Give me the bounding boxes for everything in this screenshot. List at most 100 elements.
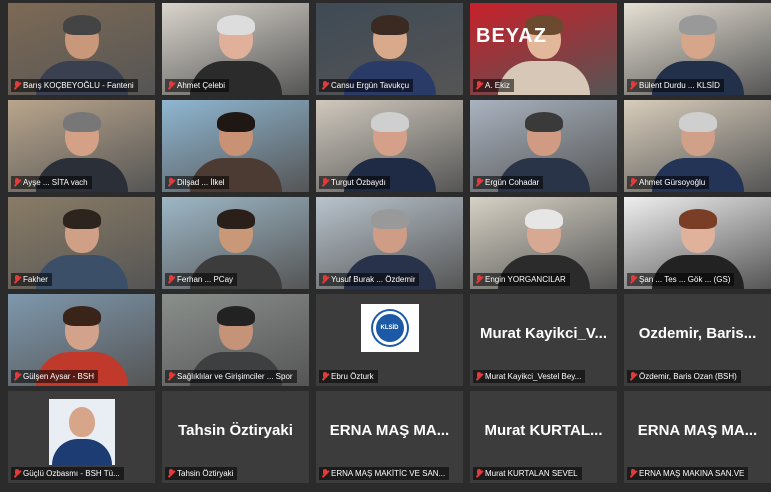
participant-display-name: ERNA MAŞ MA... <box>329 422 450 439</box>
mic-muted-icon <box>475 177 483 188</box>
participant-name: Güçlü Ozbasmı - BSH Tü... <box>23 469 120 478</box>
participant-name-tag: Ayşe ... SİTA vach <box>11 176 92 189</box>
participant-body <box>51 439 112 465</box>
participant-name-tag: Murat Kayikci_Vestel Bey... <box>473 370 586 383</box>
participant-hair <box>678 209 717 229</box>
participant-name-tag: Ahmet Gürsoyoğlu <box>627 176 710 189</box>
participant-name: Ahmet Çelebi <box>177 81 226 90</box>
participant-tile[interactable]: BEYAZ A. Ekiz <box>470 3 617 95</box>
mic-muted-icon <box>167 80 175 91</box>
participant-head <box>68 407 95 437</box>
participant-name-tag: Özdemir, Baris Ozan (BSH) <box>627 370 741 383</box>
participant-name: Cansu Ergün Tavukçu <box>331 81 410 90</box>
participant-name-tag: Cansu Ergün Tavukçu <box>319 79 414 92</box>
participant-tile[interactable]: Ahmet Çelebi <box>162 3 309 95</box>
participant-tile[interactable]: Engin YORGANCILAR <box>470 197 617 289</box>
participant-hair <box>216 112 255 132</box>
participant-name: Fakher <box>23 275 48 284</box>
participant-name: Ebru Özturk <box>331 372 374 381</box>
mic-muted-icon <box>475 371 483 382</box>
participant-name: ERNA MAŞ MAKİTİC VE SAN... <box>331 469 446 478</box>
mic-muted-icon <box>629 177 637 188</box>
participant-tile[interactable]: Dilşad ... İlkel <box>162 100 309 192</box>
participant-tile[interactable]: Yusuf Burak ... Özdemir <box>316 197 463 289</box>
participant-display-name: Ozdemir, Baris... <box>638 325 757 342</box>
participant-name-tag: Ferhan ... PCay <box>165 273 238 286</box>
participant-name: ERNA MAŞ MAKINA SAN.VE <box>639 469 745 478</box>
participant-name-tag: Turgut Özbaydı <box>319 176 390 189</box>
participant-name-tag: Bülent Durdu ... KLSİD <box>627 79 724 92</box>
participant-tile[interactable]: Murat KURTAL... Murat KURTALAN SEVEL <box>470 391 617 483</box>
participant-name: Barış KOÇBEYOĞLU - Fanteni <box>23 81 134 90</box>
participant-hair <box>370 15 409 35</box>
participant-name: A. Ekiz <box>485 81 510 90</box>
participant-hair <box>62 306 101 326</box>
participant-name: Özdemir, Baris Ozan (BSH) <box>639 372 737 381</box>
participant-tile[interactable]: Güçlü Ozbasmı - BSH Tü... <box>8 391 155 483</box>
participant-tile[interactable]: ERNA MAŞ MA... ERNA MAŞ MAKINA SAN.VE <box>624 391 771 483</box>
mic-muted-icon <box>475 274 483 285</box>
mic-muted-icon <box>167 274 175 285</box>
mic-muted-icon <box>629 371 637 382</box>
mic-muted-icon <box>321 371 329 382</box>
participant-name: Murat KURTALAN SEVEL <box>485 469 578 478</box>
participant-tile[interactable]: Tahsin Öztiryaki Tahsin Öztiryaki <box>162 391 309 483</box>
participant-hair <box>62 112 101 132</box>
participant-tile[interactable]: Turgut Özbaydı <box>316 100 463 192</box>
participant-tile[interactable]: Cansu Ergün Tavukçu <box>316 3 463 95</box>
participant-name: Turgut Özbaydı <box>331 178 386 187</box>
participant-tile[interactable]: ERNA MAŞ MA... ERNA MAŞ MAKİTİC VE SAN... <box>316 391 463 483</box>
participant-tile[interactable]: Murat Kayikci_V... Murat Kayikci_Vestel B… <box>470 294 617 386</box>
participant-tile[interactable]: Sağlıklılar ve Girişimciler ... Spor <box>162 294 309 386</box>
mic-muted-icon <box>13 468 21 479</box>
mic-muted-icon <box>629 468 637 479</box>
participant-display-name: Murat KURTAL... <box>484 422 603 439</box>
participant-tile[interactable]: Fakher <box>8 197 155 289</box>
participant-hair <box>678 112 717 132</box>
participant-name-tag: A. Ekiz <box>473 79 514 92</box>
participant-tile[interactable]: KLSİD Ebru Özturk <box>316 294 463 386</box>
participant-tile[interactable]: Ferhan ... PCay <box>162 197 309 289</box>
participant-name: Engin YORGANCILAR <box>485 275 566 284</box>
participant-name-tag: Barış KOÇBEYOĞLU - Fanteni <box>11 79 138 92</box>
participant-name: Tahsin Öztiryaki <box>177 469 234 478</box>
mic-muted-icon <box>321 80 329 91</box>
participant-tile[interactable]: Ozdemir, Baris... Özdemir, Baris Ozan (BS… <box>624 294 771 386</box>
participant-display-name: Murat Kayikci_V... <box>479 325 607 342</box>
participant-tile[interactable]: Bülent Durdu ... KLSİD <box>624 3 771 95</box>
participant-name-tag: Murat KURTALAN SEVEL <box>473 467 582 480</box>
organization-logo: KLSİD <box>360 304 419 352</box>
participant-name: Şan ... Tes ... Gök ... (GS) <box>639 275 731 284</box>
participant-name: Dilşad ... İlkel <box>177 178 225 187</box>
participant-grid: Barış KOÇBEYOĞLU - Fanteni Ahmet Çelebi Ca… <box>8 3 771 483</box>
participant-name-tag: Dilşad ... İlkel <box>165 176 229 189</box>
participant-name: Murat Kayikci_Vestel Bey... <box>485 372 582 381</box>
participant-name-tag: ERNA MAŞ MAKINA SAN.VE <box>627 467 749 480</box>
participant-tile[interactable]: Ayşe ... SİTA vach <box>8 100 155 192</box>
participant-tile[interactable]: Ergün Cohadar <box>470 100 617 192</box>
participant-name-tag: Yusuf Burak ... Özdemir <box>319 273 420 286</box>
mic-muted-icon <box>13 274 21 285</box>
mic-muted-icon <box>13 80 21 91</box>
mic-muted-icon <box>321 177 329 188</box>
background-banner-text: BEYAZ <box>476 25 547 47</box>
participant-hair <box>216 15 255 35</box>
participant-hair <box>216 209 255 229</box>
participant-name-tag: Fakher <box>11 273 52 286</box>
participant-tile[interactable]: Barış KOÇBEYOĞLU - Fanteni <box>8 3 155 95</box>
participant-hair <box>678 15 717 35</box>
participant-tile[interactable]: Şan ... Tes ... Gök ... (GS) <box>624 197 771 289</box>
participant-name-tag: ERNA MAŞ MAKİTİC VE SAN... <box>319 467 450 480</box>
participant-tile[interactable]: Gülşen Aysar - BSH <box>8 294 155 386</box>
participant-name-tag: Engin YORGANCILAR <box>473 273 570 286</box>
participant-name-tag: Ergün Cohadar <box>473 176 544 189</box>
participant-hair <box>524 209 563 229</box>
participant-name: Ferhan ... PCay <box>177 275 234 284</box>
participant-name-tag: Ahmet Çelebi <box>165 79 230 92</box>
participant-hair <box>370 209 409 229</box>
mic-muted-icon <box>167 371 175 382</box>
participant-hair <box>62 209 101 229</box>
participant-tile[interactable]: Ahmet Gürsoyoğlu <box>624 100 771 192</box>
participant-name: Bülent Durdu ... KLSİD <box>639 81 720 90</box>
mic-muted-icon <box>629 80 637 91</box>
